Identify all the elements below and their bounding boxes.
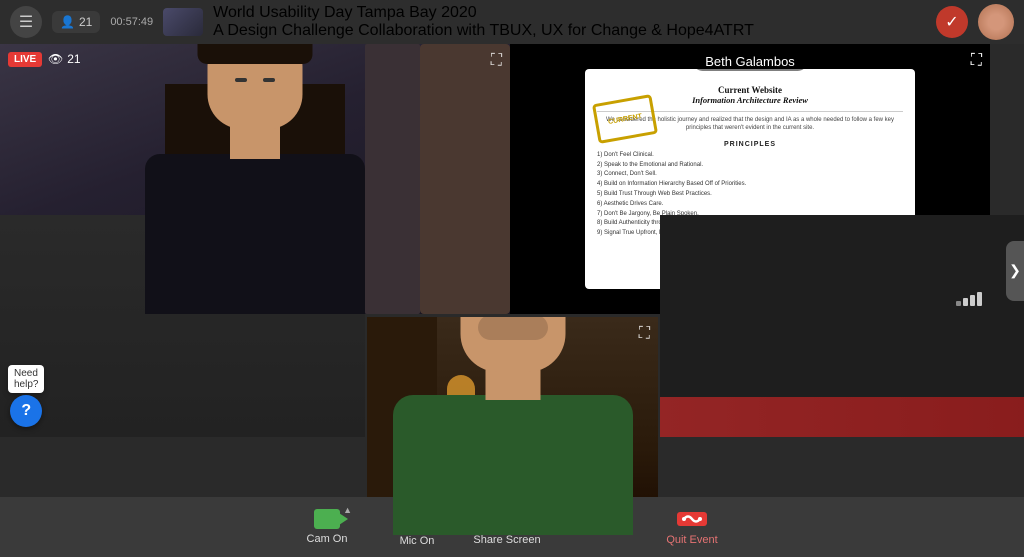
main-video-area: LIVE 👁 21 Lauren ⛶ CURRENT Current Websi…: [0, 44, 1024, 497]
beth-name-label: Beth Galambos: [693, 52, 807, 71]
principle-item: 1) Don't Feel Clinical.: [597, 152, 903, 160]
cam-icon: ▲: [314, 509, 340, 529]
viewer-count: 👁 21: [48, 52, 81, 66]
lauren-expand-button[interactable]: ⛶: [491, 52, 502, 70]
principle-item: 4) Build on Information Hierarchy Based …: [597, 181, 903, 189]
viewer-number: 21: [67, 52, 80, 66]
beth-expand-button[interactable]: ⛶: [971, 52, 982, 70]
cam-on-button[interactable]: ▲ Cam On: [282, 497, 372, 557]
david-expand-button[interactable]: ⛶: [639, 325, 650, 343]
david-video-feed: [367, 317, 658, 535]
cam-label: Cam On: [307, 533, 348, 545]
meeting-timer: 00:57:49: [110, 16, 153, 28]
cam-chevron: ▲: [343, 505, 352, 515]
top-bar: ☰ 👤 21 00:57:49 World Usability Day Tamp…: [0, 0, 1024, 44]
principle-item: 2) Speak to the Emotional and Rational.: [597, 162, 903, 170]
signal-bar-4: [977, 292, 982, 306]
david-video-tile: David ⛶: [365, 315, 660, 537]
user-avatar[interactable]: [978, 4, 1014, 40]
check-icon: ✓: [945, 12, 958, 32]
meeting-subtitle: A Design Challenge Collaboration with TB…: [213, 22, 926, 40]
meeting-info: World Usability Day Tampa Bay 2020 A Des…: [213, 4, 926, 40]
principle-item: 5) Build Trust Through Web Best Practice…: [597, 191, 903, 199]
quit-icon: [676, 508, 708, 530]
signal-strength-indicator: [956, 292, 982, 306]
live-badge: LIVE: [8, 52, 42, 67]
help-question-icon: ?: [21, 402, 31, 420]
chevron-right-icon: ❯: [1009, 262, 1021, 279]
mic-label: Mic On: [400, 535, 435, 547]
menu-button[interactable]: ☰: [10, 6, 42, 38]
pres-main-title: Current Website: [597, 85, 903, 95]
participants-icon: 👤: [60, 15, 75, 29]
menu-icon: ☰: [19, 12, 33, 32]
timer-value: 00:57:49: [110, 16, 153, 28]
drawer-handle[interactable]: ❯: [1006, 241, 1024, 301]
quit-label: Quit Event: [666, 534, 717, 546]
meeting-thumbnail: [163, 8, 203, 36]
help-button-area: Need help? ?: [8, 365, 44, 427]
participants-count: 21: [79, 15, 92, 29]
quit-event-button[interactable]: Quit Event: [642, 497, 742, 557]
help-label: Need help?: [8, 365, 44, 393]
colored-accent-strip: [660, 397, 1024, 437]
eye-icon: 👁: [48, 52, 63, 66]
help-circle-button[interactable]: ?: [10, 395, 42, 427]
share-screen-label: Share Screen: [473, 534, 540, 546]
meeting-title: World Usability Day Tampa Bay 2020: [213, 4, 926, 22]
check-button[interactable]: ✓: [936, 6, 968, 38]
principle-item: 3) Connect, Don't Sell.: [597, 171, 903, 179]
signal-bar-2: [963, 298, 968, 306]
signal-bar-1: [956, 301, 961, 306]
pres-principles-header: PRINCIPLES: [597, 141, 903, 148]
stamp-text: CURRENT: [608, 113, 643, 126]
principle-item: 6) Aesthetic Drives Care.: [597, 201, 903, 209]
signal-bar-3: [970, 295, 975, 306]
participants-badge[interactable]: 👤 21: [52, 11, 100, 33]
